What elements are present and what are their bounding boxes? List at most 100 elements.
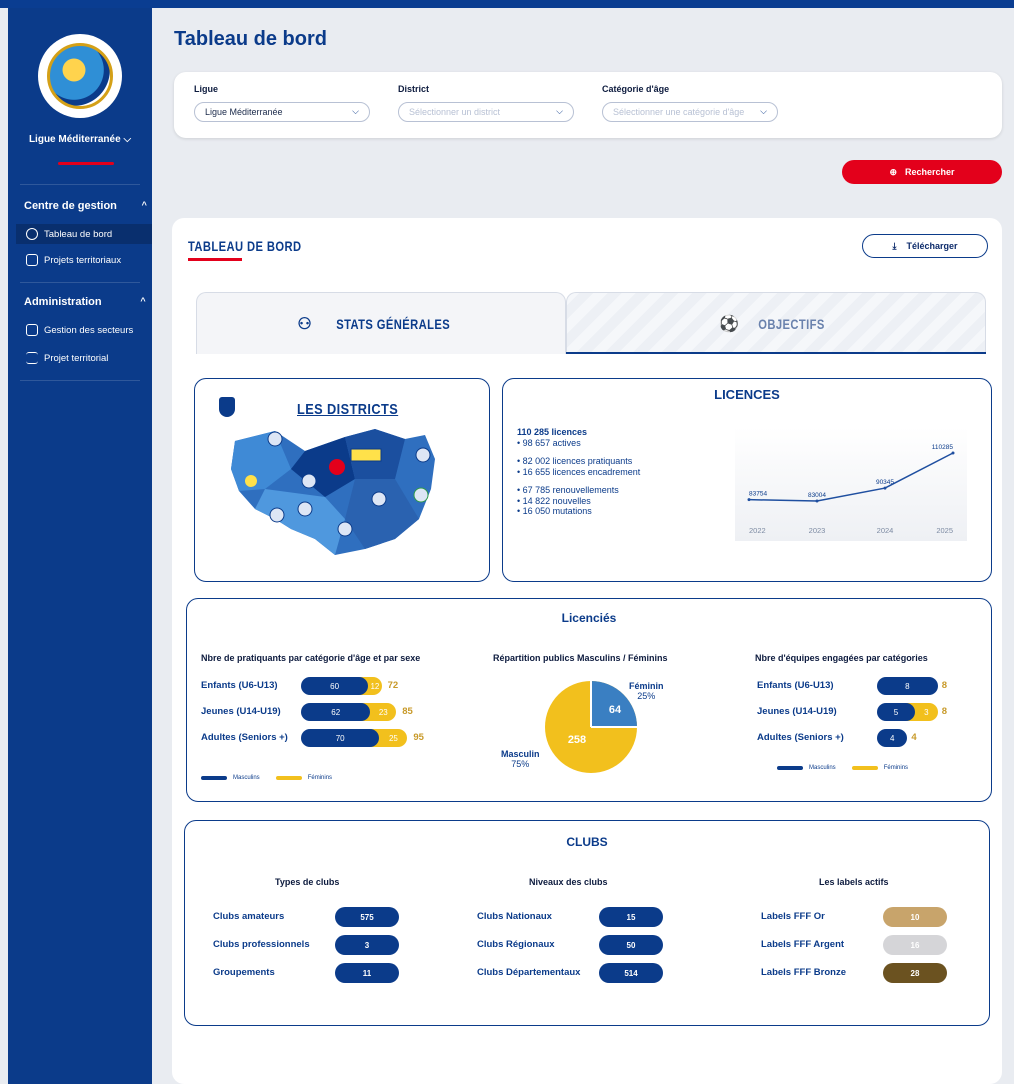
filter-panel: Ligue Ligue Méditerranée ⌵ District Séle… [174, 72, 1002, 138]
bar-total: 72 [387, 680, 399, 691]
pie-value-masculin: 258 [568, 734, 586, 746]
district-badge-icon[interactable] [350, 448, 382, 462]
line-point[interactable] [815, 499, 819, 503]
sidebar-item-projets-territoriaux[interactable]: Projets territoriaux [16, 250, 152, 270]
legend-swatch-masculins [201, 776, 227, 780]
teams-legend: Masculins Féminins [777, 765, 908, 771]
ligue-select[interactable]: Ligue Méditerranée ⌵ [194, 102, 370, 122]
bar-masculins[interactable]: 5 [877, 703, 915, 721]
legend-label: Féminins [307, 775, 333, 781]
district-badge-icon[interactable] [267, 431, 283, 447]
search-button-label: Rechercher [905, 167, 955, 177]
legend-swatch-feminins [851, 766, 878, 770]
district-select-placeholder: Sélectionner un district [409, 107, 501, 117]
x-tick-label: 2025 [936, 526, 953, 535]
dashboard-title-underline [188, 258, 242, 261]
district-badge-icon[interactable] [245, 475, 257, 487]
categorie-select[interactable]: Sélectionner une catégorie d'âge ⌵ [602, 102, 778, 122]
district-badge-icon[interactable] [329, 459, 345, 475]
sidebar-item-label: Gestion des secteurs [44, 324, 134, 336]
download-button[interactable]: ⤓ Télécharger [862, 234, 988, 258]
search-button[interactable]: ⊕ Rechercher [842, 160, 1002, 184]
section-administration[interactable]: Administration ^ [24, 296, 146, 308]
districts-map[interactable] [195, 379, 491, 583]
club-row-label: Groupements [213, 967, 275, 978]
bar-masculins[interactable]: 8 [877, 677, 938, 695]
clubs-column-title: Types de clubs [275, 877, 340, 887]
sidebar-item-label: Projet territorial [44, 352, 109, 364]
district-filter: District Sélectionner un district ⌵ [398, 84, 574, 122]
pie-label-masculin-name: Masculin [501, 749, 540, 759]
league-logo [38, 34, 122, 118]
line-point[interactable] [883, 486, 887, 490]
sidebar-item-label: Projets territoriaux [44, 254, 122, 266]
pie-value-feminin: 64 [609, 704, 622, 716]
sliders-icon [26, 352, 38, 364]
bar-masculins[interactable]: 70 [301, 729, 380, 747]
download-button-label: Télécharger [906, 241, 958, 251]
district-badge-icon[interactable] [269, 507, 285, 523]
district-badge-icon[interactable] [301, 473, 317, 489]
teams-title: Nbre d'équipes engagées par catégories [755, 653, 928, 663]
sidebar-item-gestion-des-secteurs[interactable]: Gestion des secteurs [16, 320, 152, 340]
bar-masculins[interactable]: 62 [301, 703, 371, 721]
legend-swatch-masculins [777, 766, 803, 770]
club-count-badge: 28 [883, 963, 947, 983]
practitioner-row-label: Jeunes (U14-U19) [201, 706, 281, 717]
pie-label-masculin-pct: 75% [511, 759, 530, 769]
chevron-up-icon: ^ [141, 200, 147, 210]
tab-stats-generales[interactable]: ⚇ STATS GÉNÉRALES [196, 292, 566, 354]
divider [20, 380, 140, 381]
group-icon: ⚇ [297, 315, 313, 333]
district-badge-icon[interactable] [371, 491, 387, 507]
district-badge-icon[interactable] [413, 487, 429, 503]
line-point[interactable] [951, 451, 955, 455]
chevron-up-icon: ^ [140, 296, 146, 306]
bar-masculins[interactable]: 60 [301, 677, 369, 695]
district-badge-icon[interactable] [415, 447, 431, 463]
club-count-badge: 11 [335, 963, 399, 983]
club-count-badge: 3 [335, 935, 399, 955]
sidebar-item-label: Tableau de bord [44, 228, 113, 240]
league-selector[interactable]: Ligue Méditerranée ⌵ [8, 134, 152, 145]
search-icon: ⊕ [889, 166, 897, 177]
bar-total: 8 [941, 706, 948, 717]
map-icon [26, 324, 38, 336]
bar-total: 4 [911, 732, 917, 743]
categorie-select-placeholder: Sélectionner une catégorie d'âge [613, 107, 745, 117]
section-title: Centre de gestion [24, 200, 117, 212]
clubs-column-title: Les labels actifs [819, 877, 889, 887]
ligue-filter-label: Ligue [194, 84, 218, 94]
sidebar-item-projet-territorial[interactable]: Projet territorial [16, 348, 152, 368]
sidebar-item-tableau-de-bord[interactable]: Tableau de bord [16, 224, 152, 244]
club-count-badge: 15 [599, 907, 663, 927]
club-row-label: Labels FFF Argent [761, 939, 845, 950]
district-badge-icon[interactable] [337, 521, 353, 537]
bar-masculins[interactable]: 4 [877, 729, 908, 747]
legend-label: Féminins [883, 765, 909, 771]
tab-underline [566, 352, 986, 354]
clubs-title: CLUBS [566, 835, 608, 849]
section-centre-de-gestion[interactable]: Centre de gestion ^ [24, 200, 147, 212]
club-row-label: Clubs Départementaux [477, 967, 581, 978]
categorie-filter-label: Catégorie d'âge [602, 84, 670, 94]
district-badge-icon[interactable] [297, 501, 313, 517]
licences-title: LICENCES [714, 387, 780, 402]
bar-total: 85 [402, 706, 413, 717]
pie-label-feminin-name: Féminin [629, 681, 664, 691]
legend-label: Masculins [233, 775, 260, 781]
tab-objectifs[interactable]: ⚽ OBJECTIFS [566, 292, 986, 354]
club-row-label: Clubs Régionaux [477, 939, 555, 950]
district-select[interactable]: Sélectionner un district ⌵ [398, 102, 574, 122]
chevron-down-icon: ⌵ [352, 106, 359, 116]
line-point[interactable] [747, 498, 751, 502]
clubs-panel: CLUBS Types de clubs Clubs amateurs 575 Clu… [184, 820, 990, 1026]
bar-total: 95 [413, 732, 424, 743]
top-accent-bar [0, 0, 1014, 8]
district-filter-label: District [398, 84, 430, 94]
licence-stat: • 82 002 licences pratiquants [517, 456, 633, 466]
data-label: 110285 [932, 444, 954, 451]
data-label: 83754 [749, 491, 767, 498]
page-title: Tableau de bord [174, 28, 327, 50]
